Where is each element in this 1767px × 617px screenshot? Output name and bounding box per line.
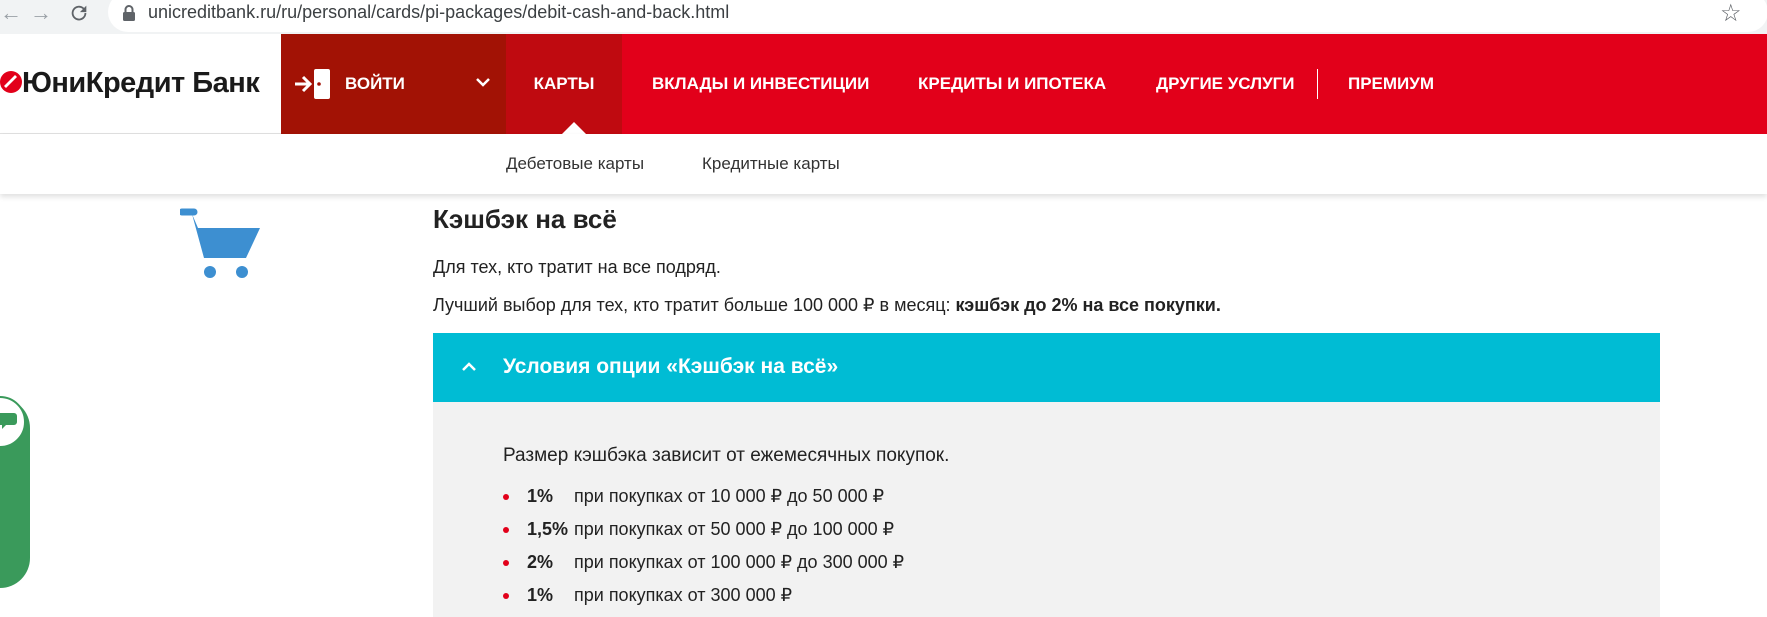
tier-description: при покупках от 10 000 ₽ до 50 000 ₽ [574,486,885,506]
tier-description: при покупках от 50 000 ₽ до 100 000 ₽ [574,519,895,539]
accordion-body: Размер кэшбэка зависит от ежемесячных по… [433,402,1660,617]
chevron-up-icon [462,362,476,371]
login-button[interactable]: ВОЙТИ [281,34,506,134]
active-indicator [562,122,586,134]
bullet [503,593,509,599]
accordion-header[interactable]: Условия опции «Кэшбэк на всё» [433,333,1660,420]
lead-text: Лучший выбор для тех, кто тратит больше … [433,295,1221,316]
forward-arrow-icon[interactable]: → [30,2,52,24]
main-menu: КАРТЫ ВКЛАДЫ И ИНВЕСТИЦИИ КРЕДИТЫ И ИПОТ… [506,34,1767,134]
tier-rate: 1,5% [527,519,569,539]
login-label: ВОЙТИ [345,74,405,93]
menu-divider [1317,69,1318,99]
browser-toolbar: ← → unicreditbank.ru/ru/personal/cards/p… [0,0,1767,34]
lead-bold: кэшбэк до 2% на все покупки. [955,295,1221,315]
subnav-debit-cards[interactable]: Дебетовые карты [506,154,644,174]
accordion-intro: Размер кэшбэка зависит от ежемесячных по… [503,445,950,466]
bullet [503,560,509,566]
menu-item-other-services[interactable]: ДРУГИЕ УСЛУГИ [1156,34,1295,134]
bullet [503,527,509,533]
cart-icon [180,208,260,278]
menu-item-deposits[interactable]: ВКЛАДЫ И ИНВЕСТИЦИИ [652,34,869,134]
tier-rate: 1% [527,486,554,506]
logo[interactable]: ЮниКредит Банк [0,34,281,134]
back-arrow-icon[interactable]: ← [0,2,22,24]
chevron-down-icon[interactable] [475,76,491,88]
tier-rate: 2% [527,552,554,572]
tier-rate: 1% [527,585,554,605]
menu-item-premium[interactable]: ПРЕМИУМ [1348,34,1434,134]
reload-icon[interactable] [68,2,90,24]
login-door-icon [295,69,330,99]
lead-normal: Лучший выбор для тех, кто тратит больше … [433,295,956,315]
accordion-title: Условия опции «Кэшбэк на всё» [503,355,839,378]
lock-icon[interactable] [121,4,137,22]
subnav-credit-cards[interactable]: Кредитные карты [702,154,840,174]
chat-icon [0,413,17,429]
url-text[interactable]: unicreditbank.ru/ru/personal/cards/pi-pa… [148,2,729,23]
tier-description: при покупках от 100 000 ₽ до 300 000 ₽ [574,552,905,572]
subtitle-text: Для тех, кто тратит на все подряд. [433,257,721,277]
menu-item-credits[interactable]: КРЕДИТЫ И ИПОТЕКА [918,34,1106,134]
logo-text: ЮниКредит Банк [22,67,260,99]
site-header: ЮниКредит Банк ВОЙТИ КАРТЫ ВКЛАДЫ И ИНВЕ… [0,34,1767,134]
bullet [503,494,509,500]
sub-navigation: Дебетовые карты Кредитные карты [0,134,1767,194]
star-icon[interactable]: ☆ [1720,0,1742,28]
menu-item-cards[interactable]: КАРТЫ [506,34,622,134]
tier-description: при покупках от 300 000 ₽ [574,585,793,605]
page-title: Кэшбэк на всё [433,204,617,234]
menu-item-label: КАРТЫ [533,74,595,93]
